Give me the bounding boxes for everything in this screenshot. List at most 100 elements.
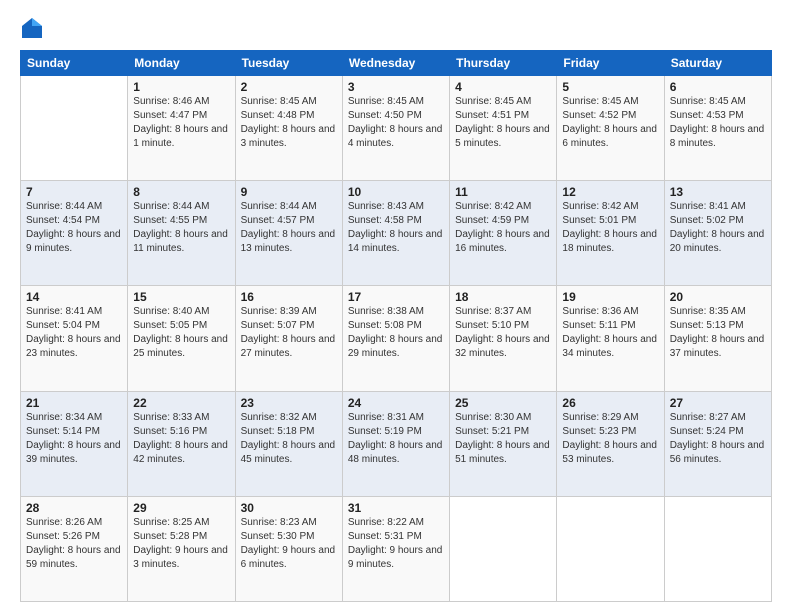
day-cell: 16Sunrise: 8:39 AMSunset: 5:07 PMDayligh…: [235, 286, 342, 391]
day-detail: Sunrise: 8:25 AMSunset: 5:28 PMDaylight:…: [133, 516, 229, 572]
day-number: 22: [133, 396, 229, 410]
weekday-saturday: Saturday: [664, 51, 771, 76]
day-detail: Sunrise: 8:37 AMSunset: 5:10 PMDaylight:…: [455, 305, 551, 361]
day-detail: Sunrise: 8:44 AMSunset: 4:55 PMDaylight:…: [133, 200, 229, 256]
day-detail: Sunrise: 8:38 AMSunset: 5:08 PMDaylight:…: [348, 305, 444, 361]
day-detail: Sunrise: 8:39 AMSunset: 5:07 PMDaylight:…: [241, 305, 337, 361]
day-number: 13: [670, 185, 766, 199]
day-cell: 9Sunrise: 8:44 AMSunset: 4:57 PMDaylight…: [235, 181, 342, 286]
day-number: 24: [348, 396, 444, 410]
day-detail: Sunrise: 8:41 AMSunset: 5:04 PMDaylight:…: [26, 305, 122, 361]
day-detail: Sunrise: 8:27 AMSunset: 5:24 PMDaylight:…: [670, 411, 766, 467]
day-detail: Sunrise: 8:46 AMSunset: 4:47 PMDaylight:…: [133, 95, 229, 151]
day-cell: 19Sunrise: 8:36 AMSunset: 5:11 PMDayligh…: [557, 286, 664, 391]
header: [20, 16, 772, 40]
weekday-header-row: SundayMondayTuesdayWednesdayThursdayFrid…: [21, 51, 772, 76]
day-number: 28: [26, 501, 122, 515]
day-detail: Sunrise: 8:44 AMSunset: 4:57 PMDaylight:…: [241, 200, 337, 256]
day-cell: 27Sunrise: 8:27 AMSunset: 5:24 PMDayligh…: [664, 391, 771, 496]
day-number: 25: [455, 396, 551, 410]
day-detail: Sunrise: 8:45 AMSunset: 4:48 PMDaylight:…: [241, 95, 337, 151]
weekday-wednesday: Wednesday: [342, 51, 449, 76]
day-number: 3: [348, 80, 444, 94]
logo: [20, 16, 48, 40]
day-number: 20: [670, 290, 766, 304]
day-number: 16: [241, 290, 337, 304]
weekday-monday: Monday: [128, 51, 235, 76]
day-number: 18: [455, 290, 551, 304]
day-cell: [450, 496, 557, 601]
day-detail: Sunrise: 8:42 AMSunset: 4:59 PMDaylight:…: [455, 200, 551, 256]
day-number: 27: [670, 396, 766, 410]
day-cell: 21Sunrise: 8:34 AMSunset: 5:14 PMDayligh…: [21, 391, 128, 496]
day-cell: 14Sunrise: 8:41 AMSunset: 5:04 PMDayligh…: [21, 286, 128, 391]
weekday-friday: Friday: [557, 51, 664, 76]
day-number: 12: [562, 185, 658, 199]
day-cell: [664, 496, 771, 601]
day-detail: Sunrise: 8:43 AMSunset: 4:58 PMDaylight:…: [348, 200, 444, 256]
day-detail: Sunrise: 8:40 AMSunset: 5:05 PMDaylight:…: [133, 305, 229, 361]
day-cell: 22Sunrise: 8:33 AMSunset: 5:16 PMDayligh…: [128, 391, 235, 496]
day-number: 10: [348, 185, 444, 199]
day-cell: 20Sunrise: 8:35 AMSunset: 5:13 PMDayligh…: [664, 286, 771, 391]
day-cell: 28Sunrise: 8:26 AMSunset: 5:26 PMDayligh…: [21, 496, 128, 601]
day-cell: 5Sunrise: 8:45 AMSunset: 4:52 PMDaylight…: [557, 76, 664, 181]
day-number: 19: [562, 290, 658, 304]
day-cell: 3Sunrise: 8:45 AMSunset: 4:50 PMDaylight…: [342, 76, 449, 181]
day-cell: [21, 76, 128, 181]
weekday-sunday: Sunday: [21, 51, 128, 76]
day-cell: 6Sunrise: 8:45 AMSunset: 4:53 PMDaylight…: [664, 76, 771, 181]
day-number: 21: [26, 396, 122, 410]
day-detail: Sunrise: 8:45 AMSunset: 4:50 PMDaylight:…: [348, 95, 444, 151]
day-number: 5: [562, 80, 658, 94]
day-number: 2: [241, 80, 337, 94]
day-number: 31: [348, 501, 444, 515]
weekday-tuesday: Tuesday: [235, 51, 342, 76]
day-detail: Sunrise: 8:45 AMSunset: 4:51 PMDaylight:…: [455, 95, 551, 151]
day-cell: 4Sunrise: 8:45 AMSunset: 4:51 PMDaylight…: [450, 76, 557, 181]
day-number: 29: [133, 501, 229, 515]
day-cell: 26Sunrise: 8:29 AMSunset: 5:23 PMDayligh…: [557, 391, 664, 496]
day-cell: 31Sunrise: 8:22 AMSunset: 5:31 PMDayligh…: [342, 496, 449, 601]
day-detail: Sunrise: 8:26 AMSunset: 5:26 PMDaylight:…: [26, 516, 122, 572]
day-cell: 17Sunrise: 8:38 AMSunset: 5:08 PMDayligh…: [342, 286, 449, 391]
day-cell: 1Sunrise: 8:46 AMSunset: 4:47 PMDaylight…: [128, 76, 235, 181]
day-number: 4: [455, 80, 551, 94]
day-number: 6: [670, 80, 766, 94]
day-detail: Sunrise: 8:45 AMSunset: 4:52 PMDaylight:…: [562, 95, 658, 151]
day-cell: 11Sunrise: 8:42 AMSunset: 4:59 PMDayligh…: [450, 181, 557, 286]
page: SundayMondayTuesdayWednesdayThursdayFrid…: [0, 0, 792, 612]
week-row-0: 1Sunrise: 8:46 AMSunset: 4:47 PMDaylight…: [21, 76, 772, 181]
day-detail: Sunrise: 8:41 AMSunset: 5:02 PMDaylight:…: [670, 200, 766, 256]
day-detail: Sunrise: 8:45 AMSunset: 4:53 PMDaylight:…: [670, 95, 766, 151]
week-row-4: 28Sunrise: 8:26 AMSunset: 5:26 PMDayligh…: [21, 496, 772, 601]
day-detail: Sunrise: 8:42 AMSunset: 5:01 PMDaylight:…: [562, 200, 658, 256]
day-detail: Sunrise: 8:35 AMSunset: 5:13 PMDaylight:…: [670, 305, 766, 361]
day-cell: 25Sunrise: 8:30 AMSunset: 5:21 PMDayligh…: [450, 391, 557, 496]
calendar-table: SundayMondayTuesdayWednesdayThursdayFrid…: [20, 50, 772, 602]
day-detail: Sunrise: 8:34 AMSunset: 5:14 PMDaylight:…: [26, 411, 122, 467]
day-cell: 8Sunrise: 8:44 AMSunset: 4:55 PMDaylight…: [128, 181, 235, 286]
day-number: 8: [133, 185, 229, 199]
day-detail: Sunrise: 8:30 AMSunset: 5:21 PMDaylight:…: [455, 411, 551, 467]
week-row-3: 21Sunrise: 8:34 AMSunset: 5:14 PMDayligh…: [21, 391, 772, 496]
day-cell: 23Sunrise: 8:32 AMSunset: 5:18 PMDayligh…: [235, 391, 342, 496]
day-detail: Sunrise: 8:22 AMSunset: 5:31 PMDaylight:…: [348, 516, 444, 572]
day-number: 15: [133, 290, 229, 304]
weekday-thursday: Thursday: [450, 51, 557, 76]
day-detail: Sunrise: 8:33 AMSunset: 5:16 PMDaylight:…: [133, 411, 229, 467]
day-number: 7: [26, 185, 122, 199]
day-cell: 24Sunrise: 8:31 AMSunset: 5:19 PMDayligh…: [342, 391, 449, 496]
day-number: 11: [455, 185, 551, 199]
day-number: 30: [241, 501, 337, 515]
day-number: 26: [562, 396, 658, 410]
day-cell: 10Sunrise: 8:43 AMSunset: 4:58 PMDayligh…: [342, 181, 449, 286]
day-number: 1: [133, 80, 229, 94]
day-number: 23: [241, 396, 337, 410]
day-detail: Sunrise: 8:29 AMSunset: 5:23 PMDaylight:…: [562, 411, 658, 467]
week-row-2: 14Sunrise: 8:41 AMSunset: 5:04 PMDayligh…: [21, 286, 772, 391]
day-cell: 30Sunrise: 8:23 AMSunset: 5:30 PMDayligh…: [235, 496, 342, 601]
day-number: 14: [26, 290, 122, 304]
day-cell: 2Sunrise: 8:45 AMSunset: 4:48 PMDaylight…: [235, 76, 342, 181]
day-detail: Sunrise: 8:36 AMSunset: 5:11 PMDaylight:…: [562, 305, 658, 361]
